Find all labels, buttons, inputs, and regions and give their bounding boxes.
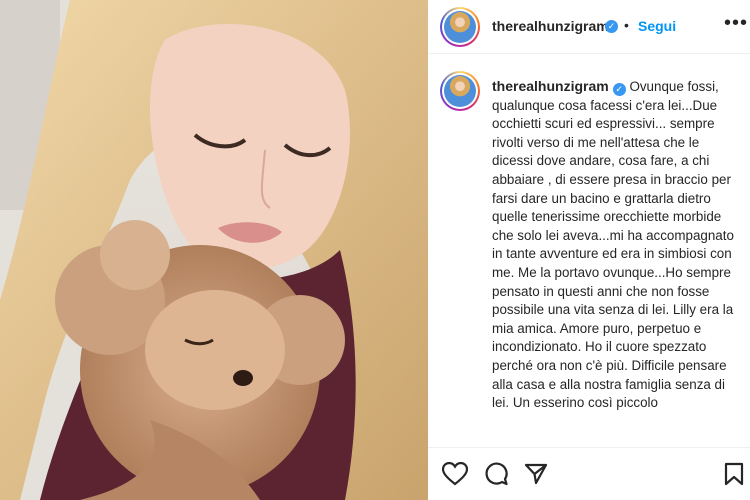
caption-area: therealhunzigram ✓ Ovunque fossi, qualunq… (428, 55, 750, 447)
more-options-icon[interactable]: ••• (724, 12, 748, 35)
post-photo[interactable] (0, 0, 428, 500)
post-header: therealhunzigram ✓ • Segui ••• (428, 0, 750, 54)
caption-text: Ovunque fossi, qualunque cosa facessi c'… (492, 79, 734, 411)
header-username[interactable]: therealhunzigram (492, 18, 609, 34)
avatar-image (444, 11, 476, 43)
comment-icon[interactable] (484, 462, 508, 486)
post-caption: therealhunzigram ✓ Ovunque fossi, qualunq… (492, 77, 738, 413)
caption-username[interactable]: therealhunzigram (492, 78, 609, 94)
verified-badge-icon: ✓ (612, 83, 626, 96)
caption-avatar[interactable] (440, 71, 480, 111)
send-icon[interactable] (524, 462, 548, 486)
heart-icon[interactable] (442, 462, 468, 486)
follow-button[interactable]: Segui (638, 18, 676, 34)
bookmark-icon[interactable] (724, 462, 744, 486)
avatar[interactable] (440, 7, 480, 47)
verified-badge-icon: ✓ (605, 20, 618, 33)
post-actions (428, 447, 750, 500)
photo-woman-with-poodle (0, 0, 428, 500)
post-sidebar: therealhunzigram ✓ • Segui ••• therealhu… (428, 0, 750, 500)
avatar-image (444, 75, 476, 107)
separator-dot: • (624, 17, 629, 33)
